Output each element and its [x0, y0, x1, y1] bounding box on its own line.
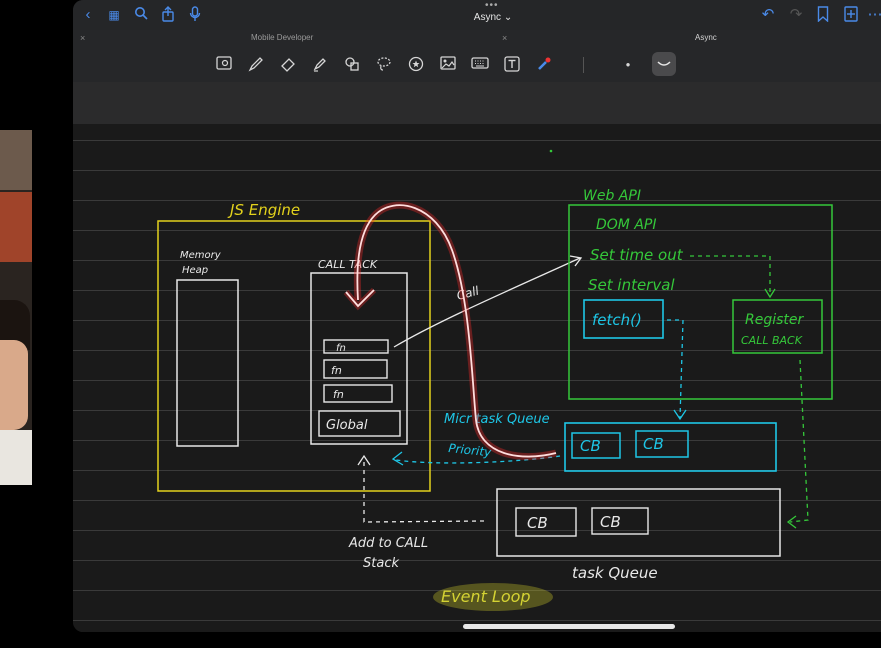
memory-heap-label-1: Memory [180, 250, 222, 261]
task-queue-label: task Queue [572, 564, 658, 582]
event-loop-label: Event Loop [441, 587, 531, 606]
register-label: Register [745, 312, 805, 328]
handwritten-diagram: JS Engine Memory Heap CALL TACK fn fn fn… [157, 149, 833, 611]
stack-frame-box [323, 339, 389, 354]
stray-dot [549, 149, 553, 153]
stack-label: Stack [363, 556, 399, 571]
js-engine-box [157, 220, 431, 492]
fetch-label: fetch() [592, 311, 642, 329]
microtask-cb-label: CB [643, 435, 664, 453]
microtask-queue-label: Micr task Queue [444, 412, 550, 427]
web-api-label: Web API [583, 188, 641, 204]
add-to-call-stack-label: Add to CALL [348, 536, 428, 551]
call-arrow: Call [393, 255, 583, 348]
stack-frame-label: fn [336, 343, 346, 354]
notes-app-window: ••• ‹ ▦ Async ⌄ ↶ ↷ ⋯ × Mobile Developer… [73, 0, 881, 632]
webcam-overlay [0, 130, 32, 485]
webcam-wall [0, 130, 32, 190]
microtask-cb-label: CB [580, 437, 601, 455]
stack-frame-label: fn [333, 388, 344, 401]
stack-frame-global-label: Global [326, 418, 368, 433]
dom-api-label: DOM API [596, 217, 656, 233]
js-engine-label: JS Engine [227, 201, 300, 219]
webcam-shirt [0, 430, 32, 485]
set-interval-label: Set interval [588, 276, 675, 294]
memory-heap-label-2: Heap [182, 265, 208, 276]
js-engine-group: JS Engine Memory Heap CALL TACK fn fn fn… [157, 201, 431, 492]
stack-frame-label: fn [331, 364, 342, 377]
event-loop-group: Event Loop [433, 583, 553, 611]
set-timeout-label: Set time out [590, 246, 684, 264]
memory-heap-box [176, 279, 239, 447]
webcam-shelf [0, 192, 32, 262]
microtask-queue-group: Micr task Queue Priority CB CB [391, 319, 777, 472]
webcam-face [0, 340, 28, 430]
task-cb-label: CB [600, 513, 621, 531]
task-cb-label: CB [527, 514, 548, 532]
web-api-box [568, 204, 833, 400]
call-stack-label: CALL TACK [318, 258, 378, 271]
callback-label: CALL BACK [741, 334, 803, 347]
web-api-group: Web API DOM API Set time out Set interva… [568, 188, 833, 400]
home-indicator[interactable] [463, 624, 675, 629]
